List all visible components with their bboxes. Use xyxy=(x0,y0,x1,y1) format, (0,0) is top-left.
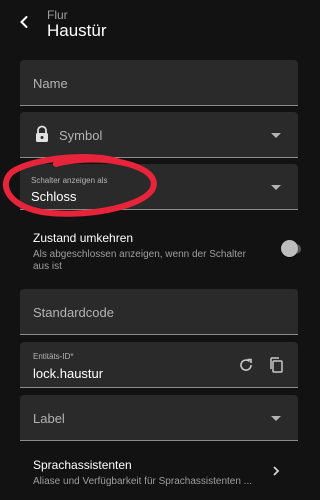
default-code-field[interactable]: Standardcode xyxy=(20,289,298,335)
chevron-right-icon xyxy=(270,464,282,483)
label-select-label: Label xyxy=(33,411,65,426)
voice-assistants-row[interactable]: Sprachassistenten Aliase und Verfügbarke… xyxy=(20,455,298,495)
copy-icon[interactable] xyxy=(268,356,284,379)
symbol-label: Symbol xyxy=(59,128,103,143)
invert-toggle[interactable] xyxy=(281,240,298,257)
invert-description-1: Als abgeschlossen anzeigen, wenn der Sch… xyxy=(33,249,246,260)
lock-icon xyxy=(34,125,50,148)
label-select[interactable]: Label xyxy=(20,395,298,441)
back-arrow-icon[interactable] xyxy=(14,12,34,32)
chevron-down-icon xyxy=(271,133,281,138)
page-title: Haustür xyxy=(47,21,107,40)
name-field-label: Name xyxy=(33,76,68,91)
entity-id-field[interactable]: Entitäts-ID* lock.haustur xyxy=(20,342,298,388)
invert-title: Zustand umkehren xyxy=(33,231,134,245)
invert-state-row[interactable]: Zustand umkehren Als abgeschlossen anzei… xyxy=(20,228,298,276)
breadcrumb: Flur xyxy=(47,8,68,22)
red-circle-highlight xyxy=(3,154,157,217)
name-field[interactable]: Name xyxy=(20,60,298,106)
invert-description-2: aus ist xyxy=(33,261,62,272)
chevron-down-icon xyxy=(271,416,281,421)
default-code-label: Standardcode xyxy=(33,305,114,320)
entity-id-label: Entitäts-ID* xyxy=(33,352,74,361)
chevron-down-icon xyxy=(271,185,281,190)
refresh-icon[interactable] xyxy=(238,357,254,378)
entity-id-value: lock.haustur xyxy=(33,366,104,381)
symbol-select[interactable]: Symbol xyxy=(20,112,298,158)
voice-assistants-description: Aliase und Verfügbarkeit für Sprachassis… xyxy=(33,476,253,487)
voice-assistants-title: Sprachassistenten xyxy=(33,458,132,472)
